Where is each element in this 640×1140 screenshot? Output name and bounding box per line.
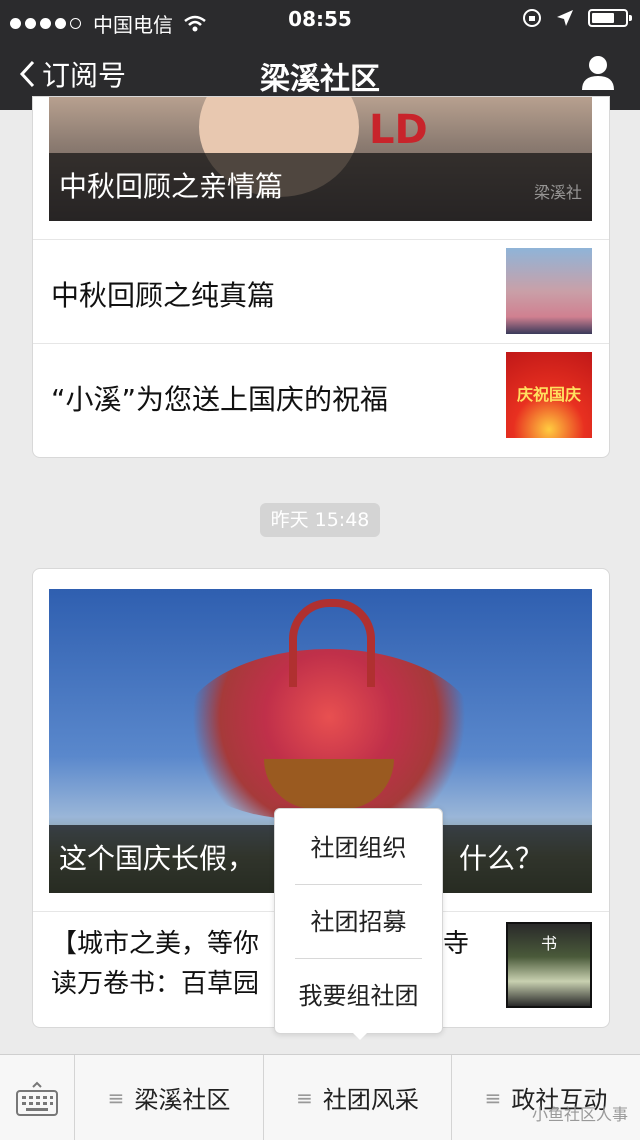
bottom-menu-bar: ≡ 梁溪社区 ≡ 社团风采 ≡ 政社互动 小鱼社区人事: [0, 1054, 640, 1140]
article-thumbnail: [506, 248, 592, 334]
menu-button-club-showcase[interactable]: ≡ 社团风采: [264, 1055, 452, 1140]
keyboard-icon: [16, 1081, 58, 1116]
menu-label: 梁溪社区: [134, 1086, 231, 1114]
submenu-item[interactable]: 我要组社团: [295, 959, 422, 1033]
message-timestamp: 昨天 15:48: [260, 503, 380, 537]
article-list-item[interactable]: “小溪”为您送上国庆的祝福 庆祝国庆: [33, 343, 609, 448]
menu-lines-icon: ≡: [296, 1085, 313, 1110]
article-title: “小溪”为您送上国庆的祝福: [51, 383, 389, 416]
article-thumbnail: 书: [506, 922, 592, 1008]
image-watermark: 小鱼社区人事: [531, 1105, 628, 1124]
menu-lines-icon: ≡: [107, 1085, 125, 1110]
keyboard-toggle-button[interactable]: [0, 1055, 75, 1140]
hero-caption: 中秋回顾之亲情篇: [49, 153, 592, 221]
article-thumbnail: 庆祝国庆: [506, 352, 592, 438]
menu-button-government-interaction[interactable]: ≡ 政社互动: [452, 1055, 640, 1140]
menu-label: 社团风采: [322, 1086, 419, 1114]
user-profile-icon[interactable]: [578, 52, 618, 92]
submenu-item[interactable]: 社团招募: [295, 885, 422, 959]
submenu-item[interactable]: 社团组织: [295, 811, 422, 885]
menu-lines-icon: ≡: [484, 1085, 502, 1110]
article-title: 中秋回顾之纯真篇: [51, 279, 276, 312]
article-list-item[interactable]: 中秋回顾之纯真篇: [33, 239, 609, 344]
status-bar: 中国电信 08:55: [0, 0, 640, 37]
submenu-popup: 社团组织 社团招募 我要组社团: [274, 808, 443, 1034]
thumbnail-text: 庆祝国庆: [516, 385, 581, 404]
battery-icon: [588, 9, 632, 27]
popup-arrow: [350, 1030, 370, 1040]
menu-button-liangxi-community[interactable]: ≡ 梁溪社区: [75, 1055, 264, 1140]
location-arrow-icon: [557, 10, 573, 26]
hero-article-mid-autumn-family[interactable]: LD 中秋回顾之亲情篇 梁溪社: [49, 97, 592, 221]
thumbnail-text: 书: [540, 934, 557, 953]
rotation-lock-icon: [523, 9, 541, 27]
page-title: 梁溪社区: [260, 62, 380, 97]
article-card: LD 中秋回顾之亲情篇 梁溪社 中秋回顾之纯真篇 “小溪”为您送上国庆的祝福 庆…: [32, 96, 610, 458]
hero-watermark: 梁溪社: [533, 183, 582, 202]
